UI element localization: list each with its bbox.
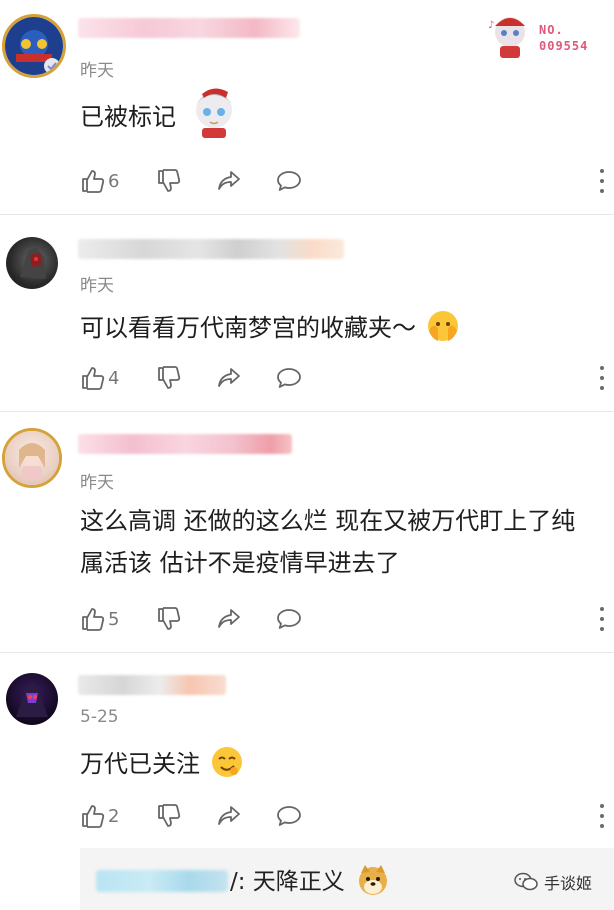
fan-badge: ♪ NO. 009554 <box>486 8 598 60</box>
thumbs-up-icon <box>82 170 105 193</box>
reply-button[interactable] <box>276 166 302 196</box>
wechat-icon <box>514 872 538 891</box>
comment-item: 昨天 这么高调 还做的这么烂 现在又被万代盯上了纯 属活该 估计不是疫情早进去了… <box>0 412 614 652</box>
more-dots-icon[interactable] <box>598 604 606 634</box>
reply-text-body: /: 天降正义 <box>230 869 345 895</box>
comment-bubble-icon <box>277 171 301 191</box>
like-count: 5 <box>108 608 120 630</box>
comment-text: 可以看看万代南梦宫的收藏夹～ <box>80 307 600 349</box>
share-arrow-icon <box>218 806 240 825</box>
thumbs-down-icon <box>158 804 181 827</box>
watermark-label: 手谈姬 <box>544 874 593 893</box>
comment-item: ♪ NO. 009554 昨天 已被标记 6 <box>0 0 614 214</box>
comment-actions: 5 <box>80 604 610 634</box>
more-dots-icon[interactable] <box>598 363 606 393</box>
doge-emoji-icon <box>359 864 388 895</box>
share-arrow-icon <box>218 609 240 628</box>
dislike-button[interactable] <box>156 166 182 196</box>
share-arrow-icon <box>218 171 240 190</box>
more-dots-icon[interactable] <box>598 801 606 831</box>
comment-text-line2: 属活该 估计不是疫情早进去了 <box>80 549 400 577</box>
like-count: 4 <box>108 367 120 389</box>
share-button[interactable] <box>216 604 242 634</box>
comment-text-body: 已被标记 <box>80 103 176 131</box>
share-arrow-icon <box>218 368 240 387</box>
thumbs-up-icon <box>82 608 105 631</box>
avatar-image <box>19 443 45 480</box>
badge-label: NO. <box>539 23 564 37</box>
comment-time: 昨天 <box>80 473 114 493</box>
reply-text: /: 天降正义 <box>230 862 390 897</box>
thumbs-down-icon <box>158 366 181 389</box>
thumbs-up-icon <box>82 805 105 828</box>
comment-actions: 4 <box>80 363 610 393</box>
reply-button[interactable] <box>276 801 302 831</box>
reply-button[interactable] <box>276 604 302 634</box>
dislike-button[interactable] <box>156 363 182 393</box>
comment-actions: 6 <box>80 166 610 196</box>
wechat-watermark: 手谈姬 <box>514 870 592 894</box>
comment-actions: 2 <box>80 801 610 831</box>
comment-bubble-icon <box>277 368 301 388</box>
thumbs-down-icon <box>158 607 181 630</box>
avatar-image <box>16 30 60 74</box>
comment-time: 5-25 <box>80 707 119 727</box>
avatar-image <box>16 681 48 717</box>
comment-item: 昨天 可以看看万代南梦宫的收藏夹～ 4 <box>0 215 614 411</box>
dislike-button[interactable] <box>156 604 182 634</box>
like-button[interactable]: 5 <box>80 604 119 634</box>
user-avatar[interactable] <box>2 428 62 488</box>
comment-time: 昨天 <box>80 61 114 81</box>
username-blurred[interactable] <box>78 434 292 454</box>
like-button[interactable]: 6 <box>80 166 119 196</box>
like-button[interactable]: 4 <box>80 363 119 393</box>
like-count: 6 <box>108 170 120 192</box>
badge-number: 009554 <box>539 39 589 53</box>
username-blurred[interactable] <box>78 239 344 259</box>
anime-sticker-icon <box>195 88 232 138</box>
share-button[interactable] <box>216 801 242 831</box>
svg-text:♪: ♪ <box>488 20 494 31</box>
thumbs-up-icon <box>82 367 105 390</box>
comment-time: 昨天 <box>80 276 114 296</box>
user-avatar[interactable] <box>6 237 58 289</box>
badge-character-icon: ♪ <box>488 17 525 58</box>
username-blurred[interactable] <box>78 675 226 695</box>
comment-bubble-icon <box>277 609 301 629</box>
thumbs-down-icon <box>158 169 181 192</box>
comment-text: 已被标记 <box>80 88 600 140</box>
dislike-button[interactable] <box>156 801 182 831</box>
like-button[interactable]: 2 <box>80 801 119 831</box>
face-with-hands-icon <box>427 311 458 341</box>
comment-text-line1: 这么高调 还做的这么烂 现在又被万代盯上了纯 <box>80 507 576 535</box>
comment-text-body: 万代已关注 <box>80 750 200 778</box>
user-avatar[interactable] <box>6 673 58 725</box>
share-button[interactable] <box>216 166 242 196</box>
comment-text-body: 可以看看万代南梦宫的收藏夹～ <box>80 314 416 342</box>
comment-text: 这么高调 还做的这么烂 现在又被万代盯上了纯 属活该 估计不是疫情早进去了 <box>80 500 600 584</box>
avatar-image <box>20 247 46 279</box>
comment-text: 万代已关注 <box>80 743 600 785</box>
reply-username-blurred[interactable] <box>96 870 228 892</box>
smirk-emoji-icon <box>211 747 242 777</box>
share-button[interactable] <box>216 363 242 393</box>
user-avatar[interactable] <box>2 14 66 78</box>
reply-button[interactable] <box>276 363 302 393</box>
username-blurred[interactable] <box>78 18 300 38</box>
more-dots-icon[interactable] <box>598 166 606 196</box>
like-count: 2 <box>108 805 120 827</box>
comment-bubble-icon <box>277 806 301 826</box>
